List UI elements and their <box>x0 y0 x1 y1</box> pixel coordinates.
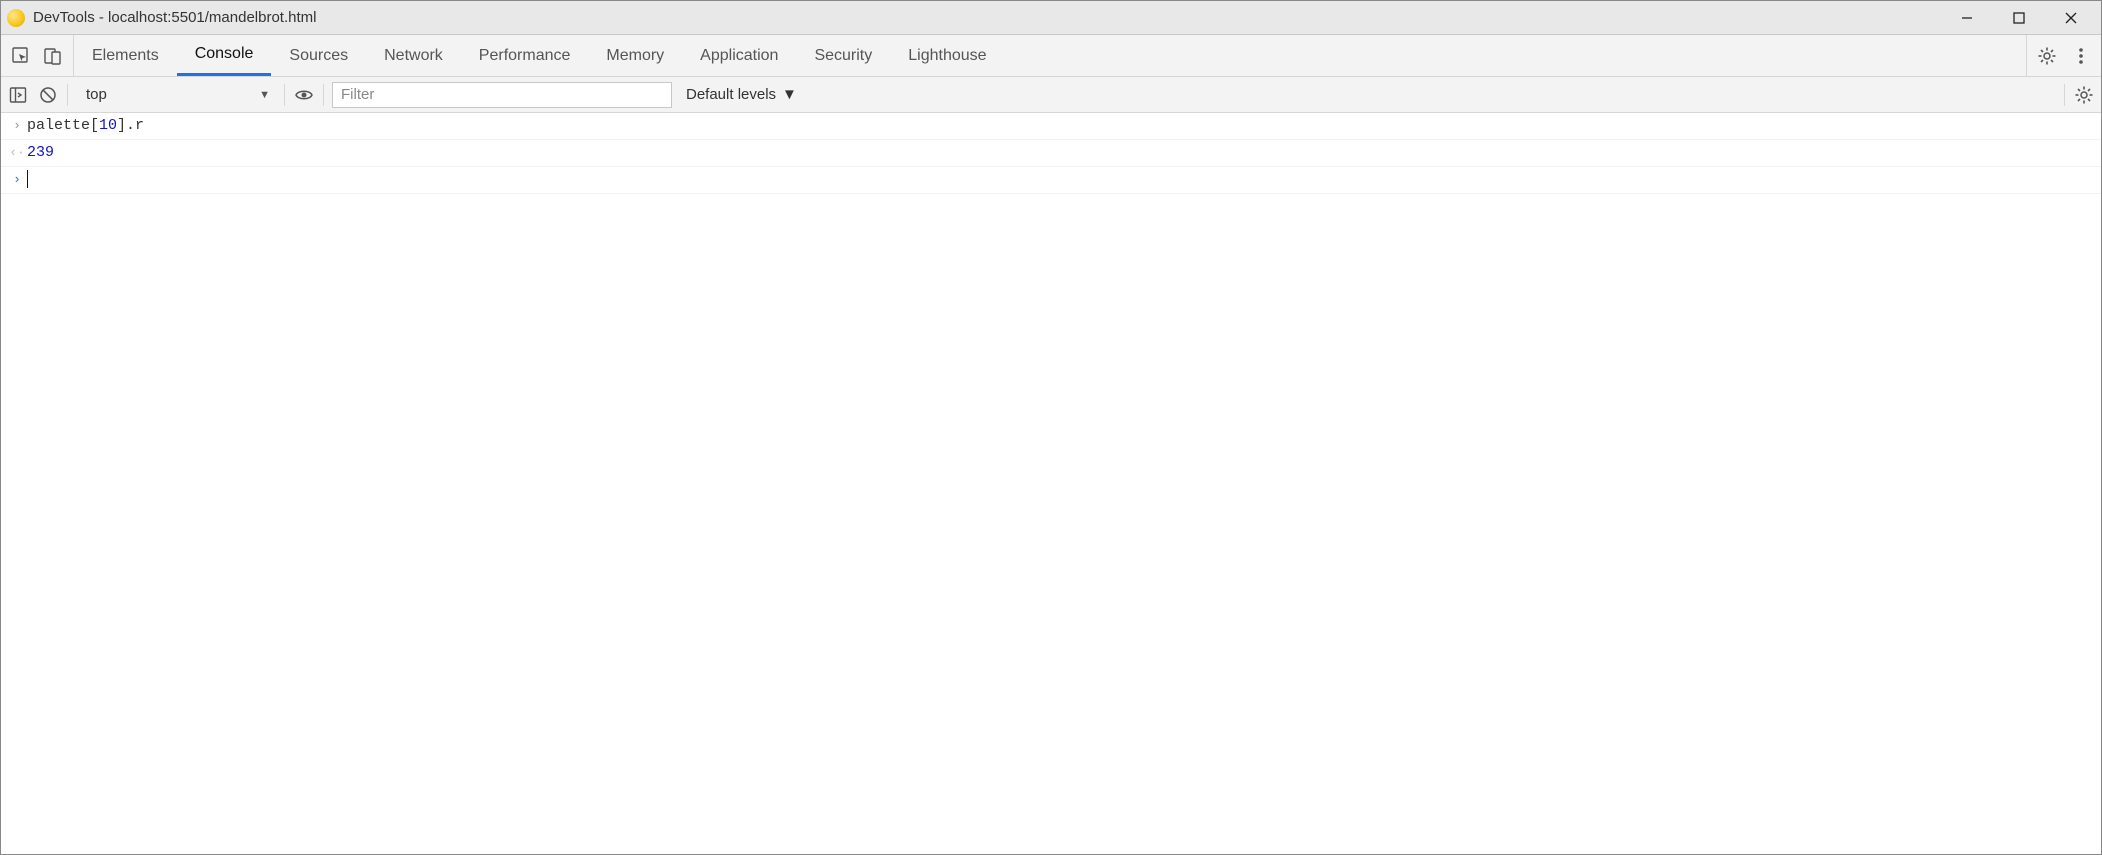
toggle-device-toolbar-icon[interactable] <box>43 46 63 66</box>
execution-context-label: top <box>86 86 107 103</box>
tab-network[interactable]: Network <box>366 35 461 76</box>
return-arrow-icon: ‹· <box>7 143 27 163</box>
tab-elements[interactable]: Elements <box>74 35 177 76</box>
minimize-button[interactable] <box>1941 1 1993 35</box>
devtools-tabs: ElementsConsoleSourcesNetworkPerformance… <box>74 35 1005 76</box>
close-button[interactable] <box>2045 1 2097 35</box>
console-toolbar: top ▼ Default levels ▼ <box>1 77 2101 113</box>
toolbar-right-icon-group <box>2026 35 2101 76</box>
tab-console[interactable]: Console <box>177 35 272 76</box>
console-result-row: ‹·239 <box>1 140 2101 167</box>
tab-application[interactable]: Application <box>682 35 796 76</box>
settings-gear-icon[interactable] <box>2035 44 2059 68</box>
console-output-area[interactable]: ›palette[10].r‹·239› <box>1 113 2101 854</box>
console-toolbar-right-group <box>2064 84 2095 106</box>
toolbar-divider <box>284 84 285 106</box>
tab-lighthouse[interactable]: Lighthouse <box>890 35 1004 76</box>
tab-sources[interactable]: Sources <box>271 35 366 76</box>
devtools-main-toolbar: ElementsConsoleSourcesNetworkPerformance… <box>1 35 2101 77</box>
clear-console-icon[interactable] <box>37 84 59 106</box>
toolbar-divider <box>2064 84 2065 106</box>
more-options-icon[interactable] <box>2069 44 2093 68</box>
log-levels-label: Default levels <box>686 86 776 103</box>
console-prompt-row[interactable]: › <box>1 167 2101 194</box>
window-titlebar: DevTools - localhost:5501/mandelbrot.htm… <box>1 1 2101 35</box>
devtools-app-icon <box>7 9 25 27</box>
toolbar-divider <box>323 84 324 106</box>
chevron-right-icon: › <box>7 170 27 190</box>
tab-performance[interactable]: Performance <box>461 35 589 76</box>
log-levels-selector[interactable]: Default levels ▼ <box>680 86 803 103</box>
toolbar-left-icon-group <box>1 35 74 76</box>
toggle-console-sidebar-icon[interactable] <box>7 84 29 106</box>
window-controls <box>1941 1 2097 35</box>
tab-memory[interactable]: Memory <box>588 35 682 76</box>
console-input-row: ›palette[10].r <box>1 113 2101 140</box>
console-input-content: palette[10].r <box>27 116 144 136</box>
execution-context-selector[interactable]: top ▼ <box>76 82 276 108</box>
console-filter-input[interactable] <box>332 82 672 108</box>
tab-security[interactable]: Security <box>796 35 890 76</box>
maximize-button[interactable] <box>1993 1 2045 35</box>
chevron-down-icon: ▼ <box>259 89 270 101</box>
console-result-content: 239 <box>27 143 54 163</box>
text-cursor <box>27 170 28 188</box>
console-settings-gear-icon[interactable] <box>2073 84 2095 106</box>
toolbar-divider <box>67 84 68 106</box>
window-title: DevTools - localhost:5501/mandelbrot.htm… <box>33 9 1941 26</box>
inspect-element-icon[interactable] <box>11 46 31 66</box>
console-prompt-input[interactable] <box>27 170 28 190</box>
live-expression-eye-icon[interactable] <box>293 84 315 106</box>
chevron-right-icon: › <box>7 116 27 136</box>
chevron-down-icon: ▼ <box>782 86 797 103</box>
